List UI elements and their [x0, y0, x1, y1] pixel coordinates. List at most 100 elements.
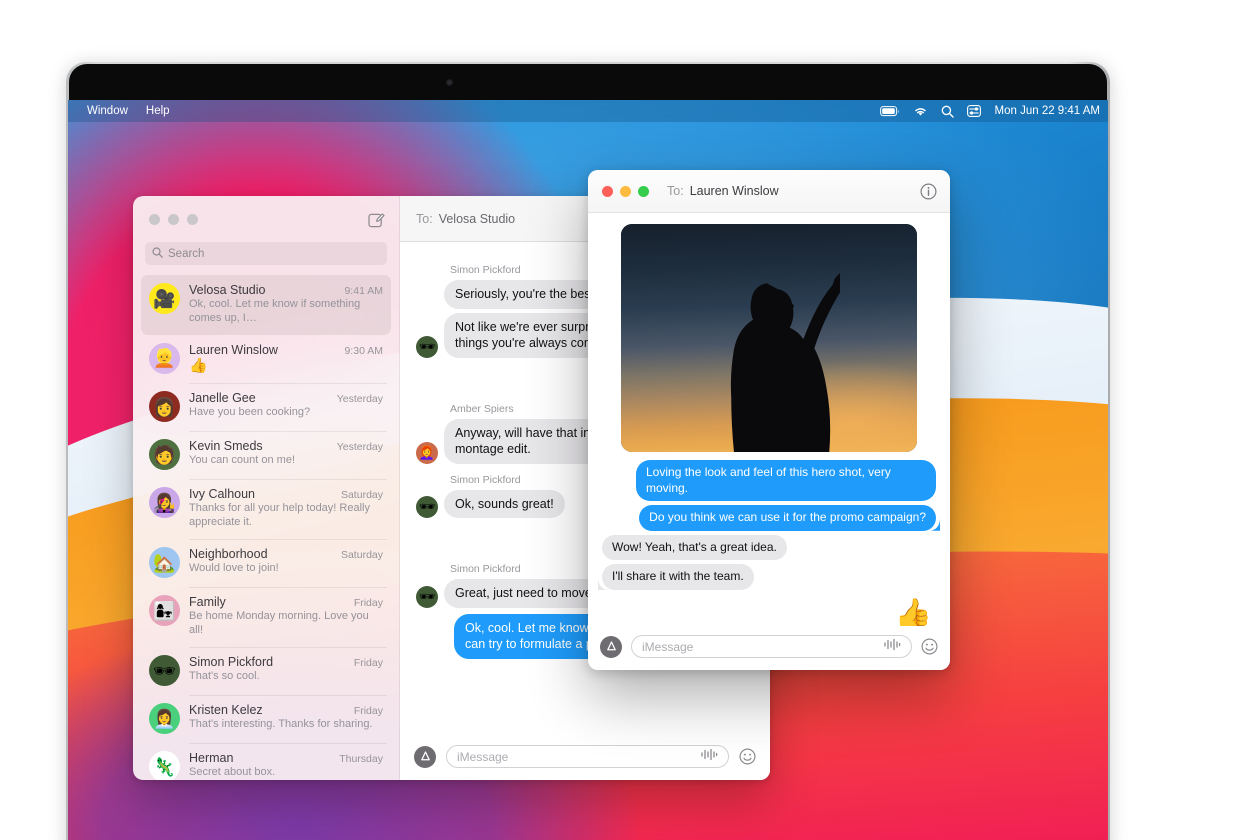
- conversation-list-item[interactable]: 🧑 Kevin Smeds Yesterday You can count on me…: [141, 431, 391, 479]
- avatar: 🏡: [149, 547, 180, 579]
- zoom-button[interactable]: [187, 213, 198, 225]
- conversation-list-item[interactable]: 👩‍👧 Family Friday Be home Monday morning. L…: [141, 587, 391, 647]
- search-icon[interactable]: [941, 105, 954, 118]
- conversation-preview: Secret about box.: [189, 766, 276, 779]
- message-row-outgoing: Do you think we can use it for the promo…: [602, 505, 936, 531]
- message-row-incoming: Wow! Yeah, that's a great idea.: [602, 534, 936, 561]
- menu-help[interactable]: Help: [137, 100, 179, 122]
- conversation-name: Lauren Winslow: [189, 342, 278, 357]
- to-label: To:: [416, 211, 433, 226]
- audio-waveform-icon[interactable]: [700, 748, 718, 766]
- conversation-time: Saturday: [340, 489, 383, 502]
- lauren-winslow-window: To: Lauren Winslow Loving the look and f…: [588, 170, 950, 670]
- menu-window[interactable]: Window: [78, 100, 137, 122]
- battery-icon[interactable]: [879, 105, 900, 117]
- avatar: 🧑: [149, 439, 180, 471]
- control-center-icon[interactable]: [966, 105, 981, 117]
- avatar[interactable]: 🕶: [416, 585, 438, 608]
- conversation-list-item[interactable]: 🎥 Velosa Studio 9:41 AM Ok, cool. Let me kn…: [141, 275, 391, 335]
- conversation-name: Janelle Gee: [189, 391, 256, 406]
- floating-window-titlebar: To: Lauren Winslow: [588, 170, 950, 213]
- audio-waveform-icon[interactable]: [883, 638, 901, 656]
- message-bubble-incoming[interactable]: I'll share it with the team.: [602, 564, 754, 590]
- conversation-list[interactable]: 🎥 Velosa Studio 9:41 AM Ok, cool. Let me kn…: [133, 275, 399, 780]
- conversation-name: Simon Pickford: [189, 655, 274, 670]
- recipient-field[interactable]: Lauren Winslow: [690, 184, 779, 198]
- avatar: 🕶: [149, 655, 180, 687]
- conversation-preview: Ok, cool. Let me know if something comes…: [189, 298, 361, 324]
- conversation-name: Velosa Studio: [189, 283, 266, 297]
- reaction-block: 👍 Delivered: [600, 599, 938, 626]
- dancer-silhouette: [730, 273, 841, 452]
- thumbs-up-icon[interactable]: 👍: [895, 599, 932, 626]
- search-input[interactable]: Search: [145, 242, 387, 265]
- conversation-list-item[interactable]: 🏡 Neighborhood Saturday Would love to join!: [141, 539, 391, 587]
- message-bubble-outgoing[interactable]: Do you think we can use it for the promo…: [639, 505, 936, 531]
- conversation-time: Friday: [353, 657, 383, 670]
- app-store-icon[interactable]: [414, 745, 436, 768]
- avatar[interactable]: 👩‍🦰: [416, 441, 438, 464]
- conversation-time: 9:30 AM: [344, 344, 383, 357]
- conversation-name: Herman: [189, 751, 234, 766]
- conversation-time: Thursday: [339, 753, 383, 766]
- avatar[interactable]: 🕶: [416, 496, 438, 519]
- close-button[interactable]: [602, 185, 613, 197]
- conversation-time: Saturday: [340, 549, 383, 562]
- conversation-preview: That's so cool.: [189, 670, 260, 683]
- avatar: 👩‍👧: [149, 595, 180, 627]
- hero-shot-photo[interactable]: [621, 224, 917, 452]
- laptop-screen: Window Help Mon Jun 22 9:41 AM Search 🎥 …: [68, 100, 1108, 840]
- avatar: 🦎: [149, 751, 180, 780]
- message-bubble-incoming[interactable]: Ok, sounds great!: [444, 489, 565, 519]
- avatar[interactable]: 🕶: [416, 335, 438, 358]
- floating-bubble-list: Loving the look and feel of this hero sh…: [600, 460, 938, 590]
- imessage-input[interactable]: iMessage: [446, 745, 729, 768]
- message-bubble-incoming[interactable]: Wow! Yeah, that's a great idea.: [602, 534, 787, 561]
- conversation-list-item[interactable]: 👩‍💼 Kristen Kelez Friday That's interesting…: [141, 695, 391, 743]
- emoji-smiley-icon[interactable]: [739, 748, 756, 765]
- conversation-list-item[interactable]: 🕶 Simon Pickford Friday That's so cool.: [141, 647, 391, 695]
- conversation-list-item[interactable]: 👩 Janelle Gee Yesterday Have you been cooki…: [141, 383, 391, 431]
- info-circle-icon[interactable]: [920, 182, 937, 200]
- message-composer: iMessage: [400, 735, 770, 780]
- minimize-button[interactable]: [168, 213, 179, 225]
- app-store-icon[interactable]: [600, 635, 622, 658]
- imessage-placeholder: iMessage: [642, 639, 694, 654]
- close-button[interactable]: [149, 213, 160, 225]
- message-row-incoming: I'll share it with the team.: [602, 564, 936, 590]
- zoom-button[interactable]: [638, 185, 649, 197]
- conversation-preview: You can count on me!: [189, 454, 296, 467]
- screenshot-stage: Window Help Mon Jun 22 9:41 AM Search 🎥 …: [0, 0, 1260, 840]
- minimize-button[interactable]: [620, 185, 631, 197]
- compose-icon[interactable]: [368, 211, 385, 228]
- conversation-list-item[interactable]: 🦎 Herman Thursday Secret about box.: [141, 743, 391, 780]
- conversation-preview: Would love to join!: [189, 562, 279, 575]
- imessage-placeholder: iMessage: [457, 749, 509, 764]
- floating-message-thread[interactable]: Loving the look and feel of this hero sh…: [588, 213, 950, 626]
- traffic-lights-inactive: [149, 213, 198, 225]
- avatar: 🎥: [149, 283, 180, 314]
- message-bubble-incoming[interactable]: Seriously, you're the best.: [444, 280, 609, 309]
- floating-message-composer: iMessage: [588, 626, 950, 670]
- sidebar-search-wrap: Search: [133, 242, 399, 275]
- conversation-time: Yesterday: [336, 393, 383, 406]
- emoji-smiley-icon[interactable]: [921, 638, 938, 655]
- menu-bar-status-icons: [879, 105, 981, 118]
- wifi-icon[interactable]: [913, 106, 928, 117]
- avatar: 👩: [149, 391, 180, 423]
- sidebar-titlebar: [133, 196, 399, 242]
- message-bubble-outgoing[interactable]: Loving the look and feel of this hero sh…: [636, 460, 936, 502]
- menu-bar-clock[interactable]: Mon Jun 22 9:41 AM: [995, 105, 1100, 117]
- avatar: 👩‍🎤: [149, 487, 180, 519]
- recipient-field[interactable]: Velosa Studio: [439, 212, 515, 226]
- menu-bar: Window Help Mon Jun 22 9:41 AM: [68, 100, 1108, 122]
- avatar: 👱: [149, 342, 180, 374]
- conversation-list-item[interactable]: 👱 Lauren Winslow 9:30 AM 👍: [141, 335, 391, 384]
- floating-recipient: To: Lauren Winslow: [667, 184, 913, 198]
- conversation-list-item[interactable]: 👩‍🎤 Ivy Calhoun Saturday Thanks for all you…: [141, 479, 391, 539]
- conversation-name: Ivy Calhoun: [189, 487, 256, 502]
- conversation-name: Kevin Smeds: [189, 439, 263, 454]
- conversation-name: Neighborhood: [189, 547, 268, 562]
- imessage-input[interactable]: iMessage: [631, 635, 912, 658]
- conversation-preview: Be home Monday morning. Love you all!: [189, 610, 369, 637]
